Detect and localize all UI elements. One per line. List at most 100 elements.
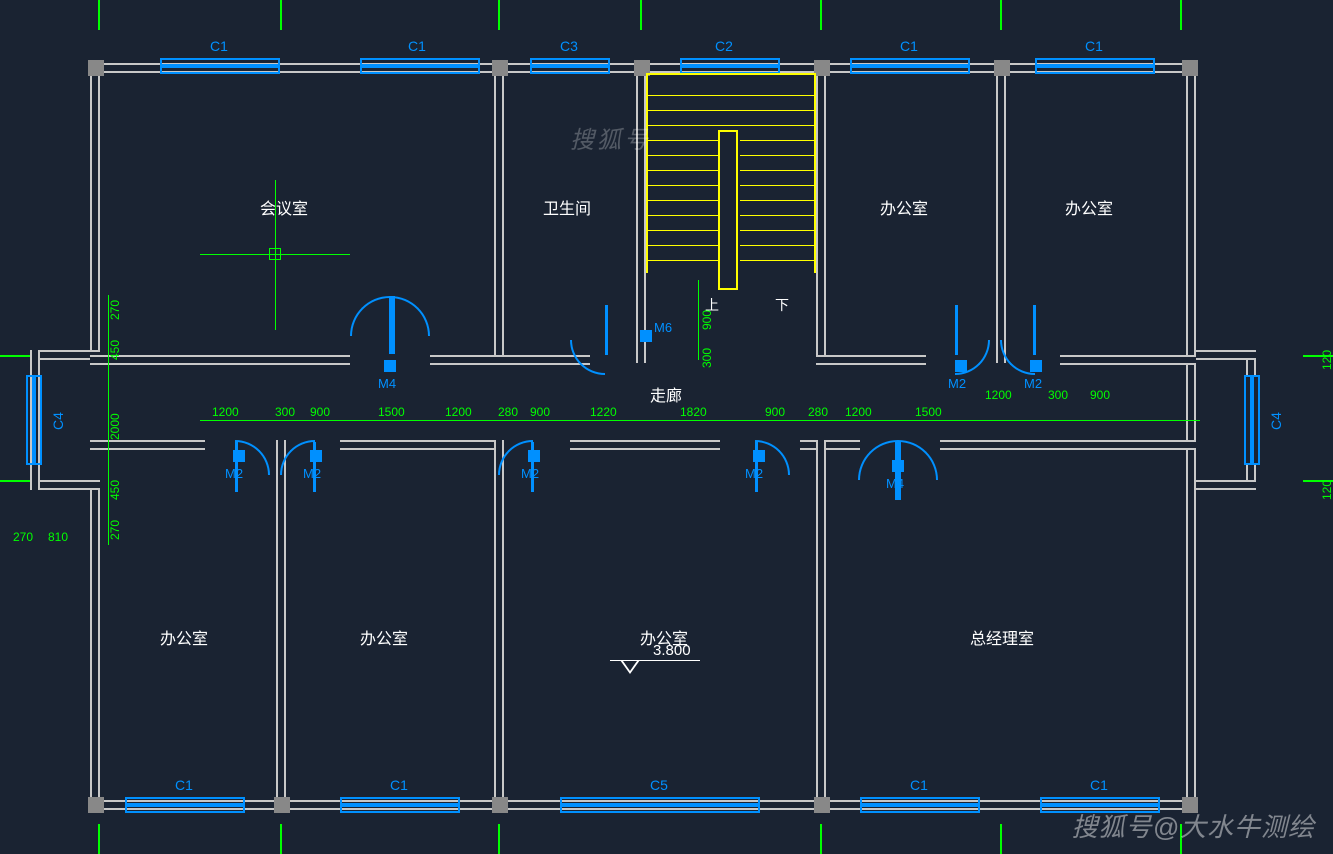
stair-down: 下 <box>775 295 789 315</box>
window-c1 <box>860 797 980 813</box>
wall <box>494 440 504 810</box>
watermark-attribution: 搜狐号@大水牛测绘 <box>1072 807 1315 844</box>
dim-text: 1200 <box>985 388 1012 402</box>
door-label: M2 <box>303 466 321 481</box>
stair-tread <box>648 260 718 261</box>
window-c1 <box>160 58 280 74</box>
axis-line <box>1000 824 1002 854</box>
dim-text: 1200 <box>845 405 872 419</box>
stair-tread <box>648 230 718 231</box>
dim-text: 120 <box>1320 480 1333 500</box>
window-label: C2 <box>715 38 733 54</box>
door-leaf <box>605 305 608 355</box>
wall <box>800 440 860 450</box>
stair-tread <box>740 215 814 216</box>
column <box>814 60 830 76</box>
stair-tread <box>740 170 814 171</box>
axis-line <box>820 0 822 30</box>
dim-text: 2000 <box>108 413 122 440</box>
wall <box>494 63 504 363</box>
wall <box>1196 350 1256 360</box>
dim-text: 450 <box>108 480 122 500</box>
dim-text: 270 <box>108 300 122 320</box>
stair-tread <box>648 215 718 216</box>
door-label: M2 <box>745 466 763 481</box>
dim-text: 300 <box>1048 388 1068 402</box>
wall <box>90 490 100 810</box>
stair-tread <box>648 110 814 111</box>
column <box>274 797 290 813</box>
window-c2 <box>680 58 780 74</box>
wall <box>636 63 646 363</box>
dim-text: 810 <box>48 530 68 544</box>
stair-tread <box>740 140 814 141</box>
door-symbol <box>892 460 904 472</box>
column <box>492 797 508 813</box>
window-c4 <box>26 375 42 465</box>
cursor-pickbox <box>269 248 281 260</box>
dim-text: 1200 <box>212 405 239 419</box>
axis-line <box>280 824 282 854</box>
door-symbol <box>640 330 652 342</box>
dim-line <box>200 420 1200 421</box>
stair-tread <box>648 245 718 246</box>
dim-text: 300 <box>275 405 295 419</box>
window-label: C1 <box>210 38 228 54</box>
axis-line <box>98 824 100 854</box>
door-symbol <box>310 450 322 462</box>
stair-tread <box>648 140 718 141</box>
dim-text: 900 <box>1090 388 1110 402</box>
door-label: M4 <box>378 376 396 391</box>
wall <box>1186 63 1196 810</box>
axis-line <box>0 480 30 482</box>
room-label-office: 办公室 <box>880 195 928 219</box>
stair-tread <box>648 155 718 156</box>
axis-line <box>98 0 100 30</box>
door-label: M2 <box>225 466 243 481</box>
room-label-gm-office: 总经理室 <box>970 625 1034 649</box>
wall <box>90 355 350 365</box>
room-label-toilet: 卫生间 <box>543 195 591 219</box>
wall <box>430 355 590 365</box>
stair-tread <box>648 200 718 201</box>
column <box>1182 60 1198 76</box>
window-label: C1 <box>1090 777 1108 793</box>
dim-text: 1500 <box>378 405 405 419</box>
door-leaf <box>955 305 958 355</box>
wall <box>90 63 100 353</box>
window-c1 <box>360 58 480 74</box>
wall <box>276 440 286 810</box>
wall <box>340 440 500 450</box>
wall <box>940 440 1196 450</box>
stair-tread <box>740 185 814 186</box>
dim-text: 300 <box>700 348 714 368</box>
window-c3 <box>530 58 610 74</box>
room-label-office: 办公室 <box>160 625 208 649</box>
elevation-value: 3.800 <box>653 642 691 659</box>
wall <box>996 63 1006 363</box>
dim-text: 270 <box>13 530 33 544</box>
dim-text: 1500 <box>915 405 942 419</box>
dim-text: 450 <box>108 340 122 360</box>
dim-text: 120 <box>1320 350 1333 370</box>
dim-text: 900 <box>530 405 550 419</box>
dim-text: 1220 <box>590 405 617 419</box>
axis-line <box>1180 0 1182 30</box>
room-label-office: 办公室 <box>1065 195 1113 219</box>
axis-line <box>498 824 500 854</box>
stair-tread <box>648 170 718 171</box>
window-label: C1 <box>408 38 426 54</box>
dim-text: 900 <box>310 405 330 419</box>
window-c5 <box>560 797 760 813</box>
column <box>88 797 104 813</box>
window-c1 <box>1035 58 1155 74</box>
door-label: M6 <box>654 320 672 335</box>
elev-triangle <box>620 660 640 674</box>
room-label-corridor: 走廊 <box>650 382 682 406</box>
stair-tread <box>740 200 814 201</box>
door-label: M2 <box>521 466 539 481</box>
column <box>994 60 1010 76</box>
dim-text: 1820 <box>680 405 707 419</box>
cad-canvas[interactable]: C1 C1 C3 C2 C1 C1 C1 C1 C5 C1 C1 C4 C4 会… <box>0 0 1333 854</box>
door-symbol <box>955 360 967 372</box>
